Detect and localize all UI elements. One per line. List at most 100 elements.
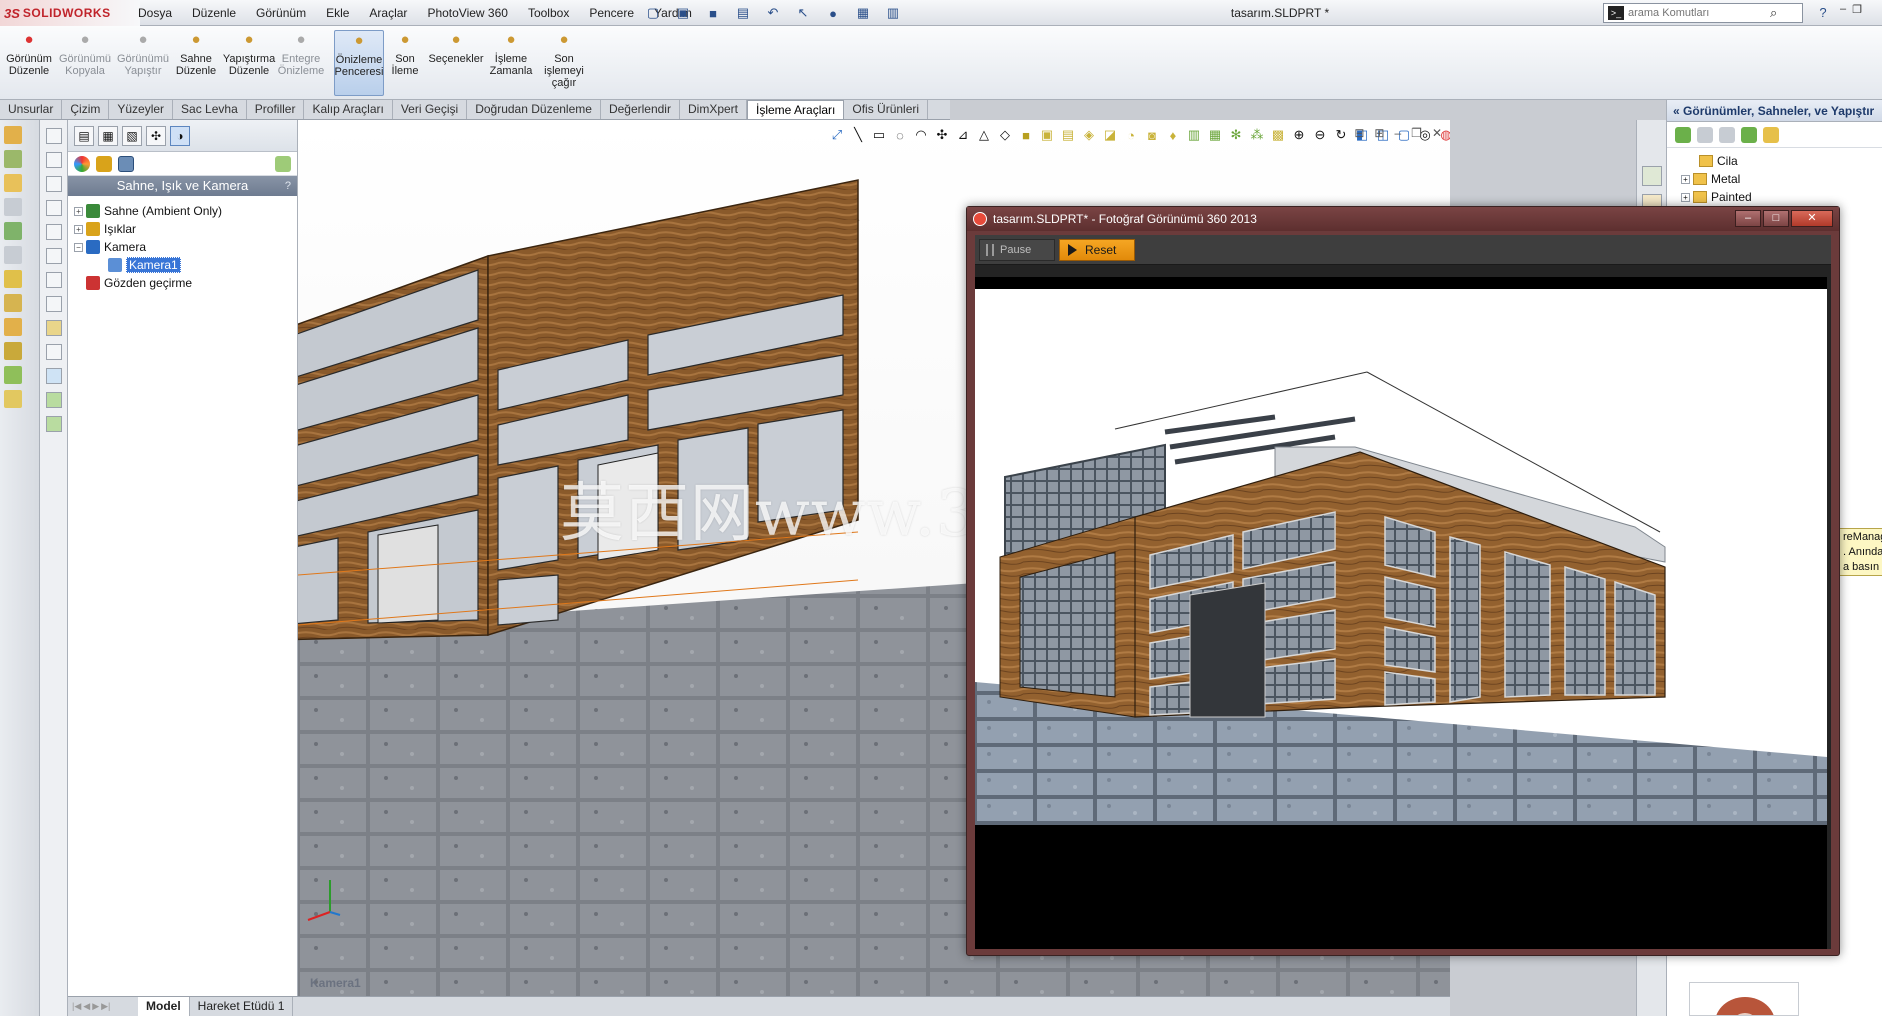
split-horizontal-icon[interactable]: ⊟ <box>1354 126 1364 140</box>
ribbon-button-options[interactable]: ● Seçenekler <box>428 30 484 96</box>
loft-icon[interactable] <box>4 246 22 264</box>
feature12-icon[interactable]: ⁂ <box>1248 126 1266 144</box>
prev-tab-icon[interactable]: ◀ <box>83 1001 90 1012</box>
tab-6[interactable]: Veri Geçişi <box>393 100 468 119</box>
maximize-icon[interactable]: □ <box>1763 210 1789 227</box>
library-folder-item[interactable]: Cila <box>1681 152 1882 170</box>
search-icon[interactable]: ⌕ <box>1770 5 1777 21</box>
material-tool-icon[interactable] <box>46 416 62 432</box>
shell-icon[interactable] <box>4 366 22 384</box>
help-icon[interactable]: ? <box>1812 3 1834 23</box>
ribbon-button-final-render[interactable]: ● Son İleme <box>388 30 422 96</box>
ribbon-button-paste-appearance[interactable]: ● Görünümü Yapıştır <box>116 30 170 96</box>
new-folder-icon[interactable] <box>1719 126 1735 143</box>
print-icon[interactable]: ▤ <box>730 3 756 23</box>
scene-light-camera-filter-icon[interactable] <box>118 155 134 172</box>
ribbon-button-integrated-preview[interactable]: ● Entegre Önizleme <box>278 30 324 96</box>
solidworks-logo[interactable]: 3S SOLIDWORKS <box>0 0 140 26</box>
ribbon-button-scene[interactable]: ● Sahne Düzenle <box>174 30 218 96</box>
new-document-icon[interactable]: ▢ <box>640 3 666 23</box>
sketch-tool-icon[interactable] <box>46 320 62 336</box>
reset-button[interactable]: Reset <box>1059 238 1135 261</box>
view-bottom-icon[interactable] <box>46 248 62 264</box>
expand-icon[interactable]: + <box>74 206 83 216</box>
extrude-icon[interactable] <box>4 174 22 192</box>
menu-item[interactable]: Dosya <box>128 0 182 26</box>
menu-item[interactable]: Düzenle <box>182 0 246 26</box>
tab-2[interactable]: Yüzeyler <box>109 100 174 119</box>
feature6-icon[interactable]: ◔ <box>1122 126 1140 144</box>
revolve-icon[interactable] <box>4 198 22 216</box>
minimize-icon[interactable]: – <box>1840 3 1846 16</box>
rebuild-icon[interactable]: ● <box>820 3 846 23</box>
feature9-icon[interactable]: ▥ <box>1185 126 1203 144</box>
feature11-icon[interactable]: ✻ <box>1227 126 1245 144</box>
tab-7[interactable]: Doğrudan Düzenleme <box>467 100 601 119</box>
view-right-icon[interactable] <box>46 176 62 192</box>
library-folder-item[interactable]: + Metal <box>1681 170 1882 188</box>
feature13-icon[interactable]: ▩ <box>1269 126 1287 144</box>
add-library-icon[interactable] <box>1675 126 1691 143</box>
view-trimetric-icon[interactable] <box>46 296 62 312</box>
next-tab-icon[interactable]: ▶ <box>92 1001 99 1012</box>
view-iso-icon[interactable] <box>46 200 62 216</box>
search-input[interactable] <box>1628 7 1768 19</box>
bottom-tab-1[interactable]: Hareket Etüdü 1 <box>190 997 294 1016</box>
arc-icon[interactable]: ◠ <box>912 126 930 144</box>
preview-window-titlebar[interactable]: tasarım.SLDPRT* - Fotoğraf Görünümü 360 … <box>967 207 1839 231</box>
tree-item[interactable]: + Işıklar <box>74 220 297 238</box>
rib-icon[interactable] <box>4 390 22 408</box>
view-front-icon[interactable] <box>46 128 62 144</box>
feature4-icon[interactable]: ◈ <box>1080 126 1098 144</box>
rotate-icon[interactable]: ↻ <box>1332 126 1350 144</box>
open-folder-icon[interactable]: ▣ <box>670 3 696 23</box>
ribbon-button-appearance[interactable]: ● Görünüm Düzenle <box>6 30 52 96</box>
up-folder-icon[interactable] <box>1763 126 1779 143</box>
rectangle-icon[interactable]: ▭ <box>870 126 888 144</box>
tab-4[interactable]: Profiller <box>247 100 305 119</box>
menu-item[interactable]: Araçlar <box>359 0 417 26</box>
pattern-icon[interactable] <box>4 318 22 336</box>
bottom-tab-0[interactable]: Model <box>138 997 190 1016</box>
tab-0[interactable]: Unsurlar <box>0 100 63 119</box>
feature-icon[interactable]: ■ <box>1017 126 1035 144</box>
zoom-out-icon[interactable]: ⊖ <box>1311 126 1329 144</box>
tab-5[interactable]: Kalıp Araçları <box>304 100 393 119</box>
feature2-icon[interactable]: ▣ <box>1038 126 1056 144</box>
tab-9[interactable]: DimXpert <box>680 100 747 119</box>
display-manager-tab-icon[interactable]: ◑ <box>170 126 190 146</box>
trim-icon[interactable]: ✣ <box>933 126 951 144</box>
tree-item[interactable]: + Sahne (Ambient Only) <box>74 202 297 220</box>
mirror-icon[interactable] <box>4 342 22 360</box>
expand-icon[interactable]: + <box>1681 192 1690 202</box>
sketch-icon[interactable] <box>4 126 22 144</box>
first-tab-icon[interactable]: |◀ <box>72 1001 81 1012</box>
offset-icon[interactable]: ⊿ <box>954 126 972 144</box>
diamond-icon[interactable]: ◇ <box>996 126 1014 144</box>
appearance-filter-icon[interactable] <box>74 155 90 172</box>
view-left-icon[interactable] <box>46 272 62 288</box>
tab-1[interactable]: Çizim <box>62 100 110 119</box>
zoom-to-fit-icon[interactable]: ⤢ <box>828 126 846 144</box>
layer-tool-icon[interactable] <box>46 392 62 408</box>
chamfer-icon[interactable] <box>4 294 22 312</box>
library-folder-item[interactable]: + Painted <box>1681 188 1882 206</box>
collapse-icon[interactable]: − <box>74 242 83 252</box>
help-icon[interactable]: ? <box>285 176 291 196</box>
circle-icon[interactable]: ◌ <box>891 126 909 144</box>
dimxpert-manager-tab-icon[interactable]: ✣ <box>146 126 166 146</box>
line-tool-icon[interactable] <box>46 344 62 360</box>
smart-dimension-icon[interactable] <box>4 150 22 168</box>
feature-manager-tab-icon[interactable]: ▤ <box>74 126 94 146</box>
undo-icon[interactable]: ↶ <box>760 3 786 23</box>
minimize-icon[interactable]: – <box>1394 126 1401 140</box>
expand-icon[interactable]: + <box>1681 174 1690 184</box>
view-top-icon[interactable] <box>46 152 62 168</box>
zoom-area-icon[interactable]: ╲ <box>849 126 867 144</box>
tab-3[interactable]: Sac Levha <box>173 100 247 119</box>
minimize-icon[interactable]: – <box>1735 210 1761 227</box>
feature7-icon[interactable]: ◙ <box>1143 126 1161 144</box>
tab-11[interactable]: Ofis Ürünleri <box>844 100 929 119</box>
menu-item[interactable]: Ekle <box>316 0 359 26</box>
add-folder-icon[interactable] <box>1697 126 1713 143</box>
